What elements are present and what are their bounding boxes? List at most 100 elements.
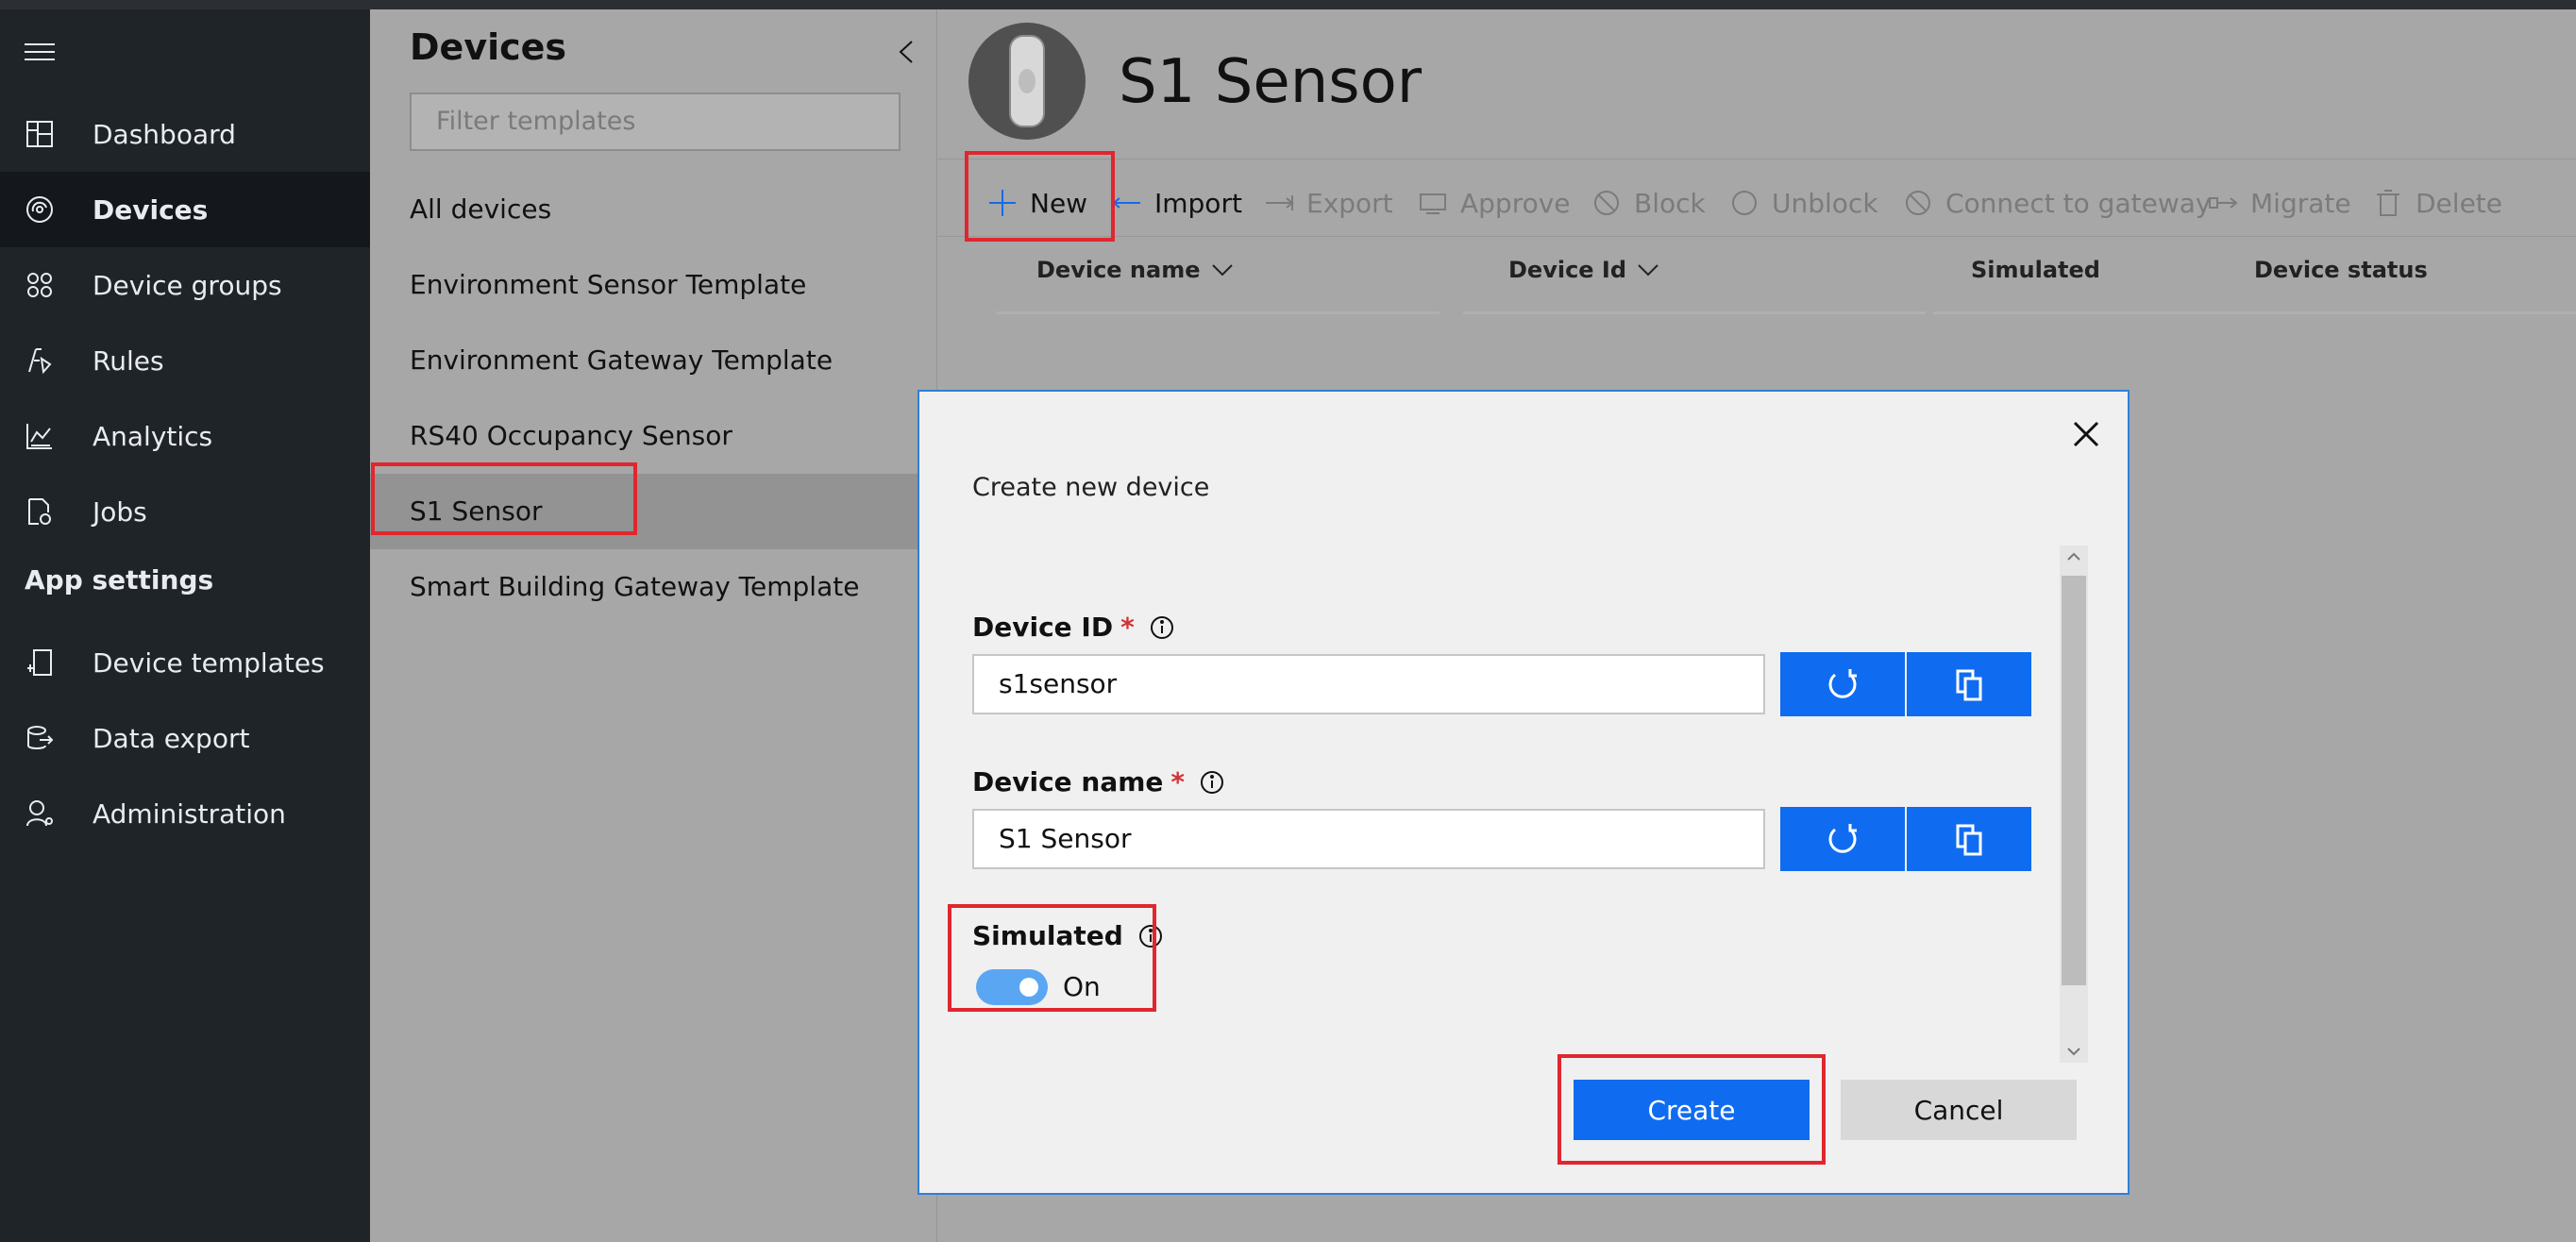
connect-to-gateway-button[interactable]: Connect to gateway [1902,160,2211,245]
device-id-label: Device ID * [972,612,1174,643]
nav-item-label: Administration [93,797,286,830]
migrate-icon [2209,197,2238,209]
block-label: Block [1634,187,1706,219]
copy-icon [1956,824,1982,856]
info-icon[interactable] [1138,924,1163,948]
migrate-button[interactable]: Migrate [2207,160,2351,245]
approve-button[interactable]: Approve [1417,160,1571,245]
import-button[interactable]: Import [1111,160,1242,245]
delete-label: Delete [2416,187,2502,219]
column-header-device-name[interactable]: Device name [1036,257,1235,283]
new-button[interactable]: New [986,160,1087,245]
create-button[interactable]: Create [1574,1080,1810,1140]
migrate-label: Migrate [2250,187,2351,219]
device-name-label-text: Device name [972,766,1164,797]
trash-icon [2377,190,2399,216]
column-underline [1463,311,1926,314]
new-label: New [1030,187,1088,219]
hamburger-menu-icon[interactable] [25,43,55,64]
create-device-dialog: Create new device Device ID * s1sensor D… [918,390,2130,1195]
toggle-knob [1019,978,1038,997]
column-header-simulated[interactable]: Simulated [1971,257,2100,283]
unblock-button[interactable]: Unblock [1728,160,1878,245]
nav-item-data-export[interactable]: Data export [0,700,370,776]
export-label: Export [1306,187,1393,219]
column-label: Simulated [1971,257,2100,283]
scroll-down-icon[interactable] [2060,1040,2088,1063]
analytics-icon [26,424,52,449]
required-mark: * [1120,612,1135,643]
nav-item-devices[interactable]: Devices [0,172,370,247]
scroll-up-icon[interactable] [2060,545,2088,568]
template-item-all-devices[interactable]: All devices [370,172,936,247]
chevron-down-icon [1638,264,1658,277]
import-label: Import [1154,187,1242,219]
nav-item-device-templates[interactable]: Device templates [0,625,370,700]
column-header-device-id[interactable]: Device Id [1508,257,1660,283]
info-icon[interactable] [1200,770,1224,795]
template-item-environment-gateway[interactable]: Environment Gateway Template [370,323,936,398]
administration-icon [26,800,53,827]
nav-item-label: Rules [93,344,164,377]
block-icon [1594,191,1619,215]
rules-icon [28,348,52,375]
template-item-smart-building-gateway[interactable]: Smart Building Gateway Template [370,549,936,625]
info-icon[interactable] [1150,615,1174,640]
nav-item-device-groups[interactable]: Device groups [0,247,370,323]
device-id-label-text: Device ID [972,612,1114,643]
dashboard-icon [26,121,53,147]
template-item-environment-sensor[interactable]: Environment Sensor Template [370,247,936,323]
nav-item-label: Jobs [93,495,147,528]
chevron-left-icon[interactable] [895,38,918,66]
panel-title: Devices [410,26,567,68]
app-settings-heading: App settings [25,564,214,596]
nav-item-jobs[interactable]: Jobs [0,474,370,549]
unblock-label: Unblock [1772,187,1878,219]
chevron-down-icon [1211,264,1233,277]
device-name-input[interactable]: S1 Sensor [972,809,1765,869]
regenerate-device-id-button[interactable] [1780,652,1905,716]
nav-item-dashboard[interactable]: Dashboard [0,96,370,172]
refresh-icon [1828,824,1857,853]
template-item-rs40-occupancy[interactable]: RS40 Occupancy Sensor [370,398,936,474]
regenerate-device-name-button[interactable] [1780,807,1905,871]
data-export-icon [27,726,54,749]
approve-label: Approve [1460,187,1571,219]
column-underline [996,311,1440,314]
block-button[interactable]: Block [1591,160,1706,245]
nav-item-label: Devices [93,193,209,226]
filter-templates-input[interactable]: Filter templates [410,92,901,151]
simulated-label: Simulated [972,920,1163,951]
refresh-icon [1828,669,1857,698]
device-templates-icon [27,649,52,676]
copy-device-name-button[interactable] [1907,807,2031,871]
device-title: S1 Sensor [1119,47,1423,117]
approve-icon [1420,193,1446,214]
delete-button[interactable]: Delete [2372,160,2502,245]
nav-item-analytics[interactable]: Analytics [0,398,370,474]
copy-device-id-button[interactable] [1907,652,2031,716]
nav-item-label: Analytics [93,420,213,452]
device-id-input[interactable]: s1sensor [972,654,1765,714]
column-header-device-status[interactable]: Device status [2254,257,2428,283]
toolbar-divider [937,236,2576,237]
jobs-icon [28,498,51,525]
copy-icon [1956,669,1982,701]
dialog-title: Create new device [972,473,1210,502]
nav-item-administration[interactable]: Administration [0,776,370,851]
column-label: Device status [2254,257,2428,283]
connect-gateway-icon [1906,191,1930,215]
nav-item-label: Device groups [93,269,282,301]
column-label: Device name [1036,257,1201,283]
simulated-toggle[interactable] [976,969,1048,1005]
export-button[interactable]: Export [1263,160,1393,245]
import-icon [1112,195,1140,210]
device-name-label: Device name * [972,766,1224,797]
cancel-button[interactable]: Cancel [1841,1080,2077,1140]
nav-item-rules[interactable]: Rules [0,323,370,398]
scrollbar-thumb[interactable] [2062,576,2086,985]
device-groups-icon [27,273,52,297]
close-icon[interactable] [2070,418,2102,450]
template-item-s1-sensor[interactable]: S1 Sensor [370,474,936,549]
left-navigation: Dashboard Devices Device groups Rules An… [0,9,370,1242]
